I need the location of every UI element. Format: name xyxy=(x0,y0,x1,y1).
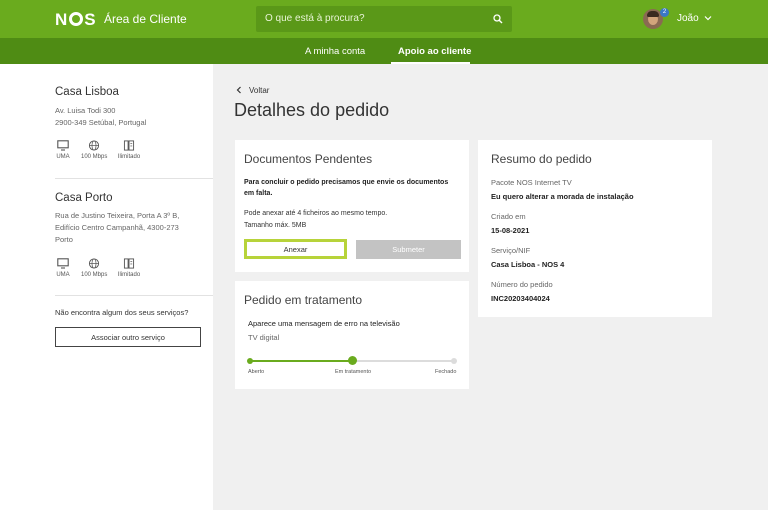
services-sidebar: Casa Lisboa Av. Luisa Todi 300 2900-349 … xyxy=(0,64,213,510)
request-summary-card: Resumo do pedido Pacote NOS Internet TV … xyxy=(478,140,712,317)
pending-message: Para concluir o pedido precisamos que en… xyxy=(244,179,449,197)
summary-label: Serviço/NIF xyxy=(491,246,531,255)
step-dot-closed xyxy=(451,358,457,364)
user-name[interactable]: João xyxy=(677,13,699,24)
step-label: Em tratamento xyxy=(335,369,372,375)
page-title: Detalhes do pedido xyxy=(234,100,390,120)
missing-service-text: Não encontra algum dos seus serviços? xyxy=(55,308,189,317)
summary-label: Número do pedido xyxy=(491,280,553,289)
step-label: Fechado xyxy=(435,369,457,375)
tab-minha-conta[interactable]: A minha conta xyxy=(305,46,365,57)
nos-logo[interactable]: NS xyxy=(55,10,97,30)
chevron-left-icon xyxy=(236,86,241,94)
chevron-down-icon[interactable] xyxy=(704,14,712,22)
tab-apoio-cliente[interactable]: Apoio ao cliente xyxy=(398,46,471,57)
divider xyxy=(55,178,213,179)
progress-remaining-line xyxy=(352,360,454,362)
phone-icon xyxy=(123,140,135,151)
globe-icon xyxy=(88,140,100,151)
service-tv[interactable]: UMA xyxy=(50,258,76,278)
top-header: NS Área de Cliente O que está à procura?… xyxy=(0,0,768,38)
summary-value: 15-08-2021 xyxy=(491,226,530,235)
location-title[interactable]: Casa Lisboa xyxy=(55,86,119,98)
summary-label: Criado em xyxy=(491,212,526,221)
progress-complete-line xyxy=(249,360,352,362)
service-internet[interactable]: 100 Mbps xyxy=(81,258,107,278)
attach-info: Pode anexar até 4 ficheiros ao mesmo tem… xyxy=(244,210,388,229)
summary-value: Eu quero alterar a morada de instalação xyxy=(491,192,634,201)
active-tab-indicator xyxy=(391,62,470,64)
card-title: Resumo do pedido xyxy=(491,152,592,166)
search-input[interactable]: O que está à procura? xyxy=(256,6,512,32)
card-title: Pedido em tratamento xyxy=(244,293,363,307)
search-placeholder: O que está à procura? xyxy=(265,13,365,24)
main-nav: A minha conta Apoio ao cliente xyxy=(0,38,768,64)
app-title: Área de Cliente xyxy=(104,12,187,26)
request-status-card: Pedido em tratamento Aparece uma mensage… xyxy=(235,281,469,389)
issue-description: Aparece uma mensagem de erro na televisã… xyxy=(248,319,400,328)
pending-documents-card: Documentos Pendentes Para concluir o ped… xyxy=(235,140,469,272)
service-phone[interactable]: Ilimitado xyxy=(116,140,142,160)
service-tv[interactable]: UMA xyxy=(50,140,76,160)
attach-button[interactable]: Anexar xyxy=(244,239,347,259)
associate-service-button[interactable]: Associar outro serviço xyxy=(55,327,201,347)
location-address: Rua de Justino Teixeira, Porta A 3º B, E… xyxy=(55,211,180,244)
globe-icon xyxy=(88,258,100,269)
notification-badge[interactable]: 2 xyxy=(660,8,669,17)
search-icon[interactable] xyxy=(493,14,503,24)
submit-button[interactable]: Submeter xyxy=(356,240,461,259)
tv-icon xyxy=(57,258,69,269)
service-internet[interactable]: 100 Mbps xyxy=(81,140,107,160)
tv-icon xyxy=(57,140,69,151)
summary-value: Casa Lisboa - NOS 4 xyxy=(491,260,565,269)
summary-label: Pacote NOS Internet TV xyxy=(491,178,572,187)
service-phone[interactable]: Ilimitado xyxy=(116,258,142,278)
step-dot-current xyxy=(348,356,357,365)
step-dot-open xyxy=(247,358,253,364)
back-link[interactable]: Voltar xyxy=(236,86,269,95)
step-label: Aberto xyxy=(248,369,265,375)
location-title[interactable]: Casa Porto xyxy=(55,192,113,204)
card-title: Documentos Pendentes xyxy=(244,152,373,166)
divider xyxy=(55,295,213,296)
phone-icon xyxy=(123,258,135,269)
location-address: Av. Luisa Todi 300 2900-349 Setúbal, Por… xyxy=(55,106,147,127)
summary-value: INC20203404024 xyxy=(491,294,550,303)
service-type: TV digital xyxy=(248,333,280,342)
